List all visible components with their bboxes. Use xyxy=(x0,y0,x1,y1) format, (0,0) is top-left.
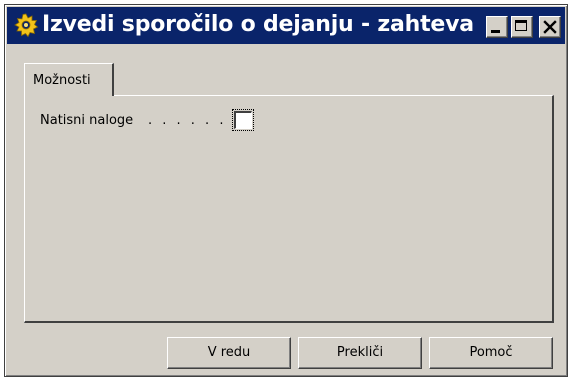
window-title: Izvedi sporočilo o dejanju - zahteva xyxy=(42,12,474,37)
close-button[interactable] xyxy=(539,16,561,38)
print-orders-label: Natisni naloge xyxy=(40,113,134,128)
gear-icon xyxy=(13,12,39,38)
print-orders-checkbox[interactable] xyxy=(232,109,254,131)
label-leader-dots: . . . . . . xyxy=(148,113,227,128)
minimize-icon xyxy=(491,30,500,33)
tab-moznosti[interactable]: Možnosti xyxy=(24,63,114,96)
cancel-button[interactable]: Prekliči xyxy=(298,337,422,369)
ok-button[interactable]: V redu xyxy=(167,337,291,369)
minimize-button[interactable] xyxy=(486,16,508,38)
close-icon xyxy=(540,17,560,37)
maximize-button[interactable] xyxy=(511,16,533,38)
title-bar[interactable]: Izvedi sporočilo o dejanju - zahteva xyxy=(7,7,565,44)
tab-panel xyxy=(24,95,554,323)
maximize-icon xyxy=(515,20,527,31)
tab-label: Možnosti xyxy=(33,73,91,88)
help-button[interactable]: Pomoč xyxy=(429,337,553,369)
